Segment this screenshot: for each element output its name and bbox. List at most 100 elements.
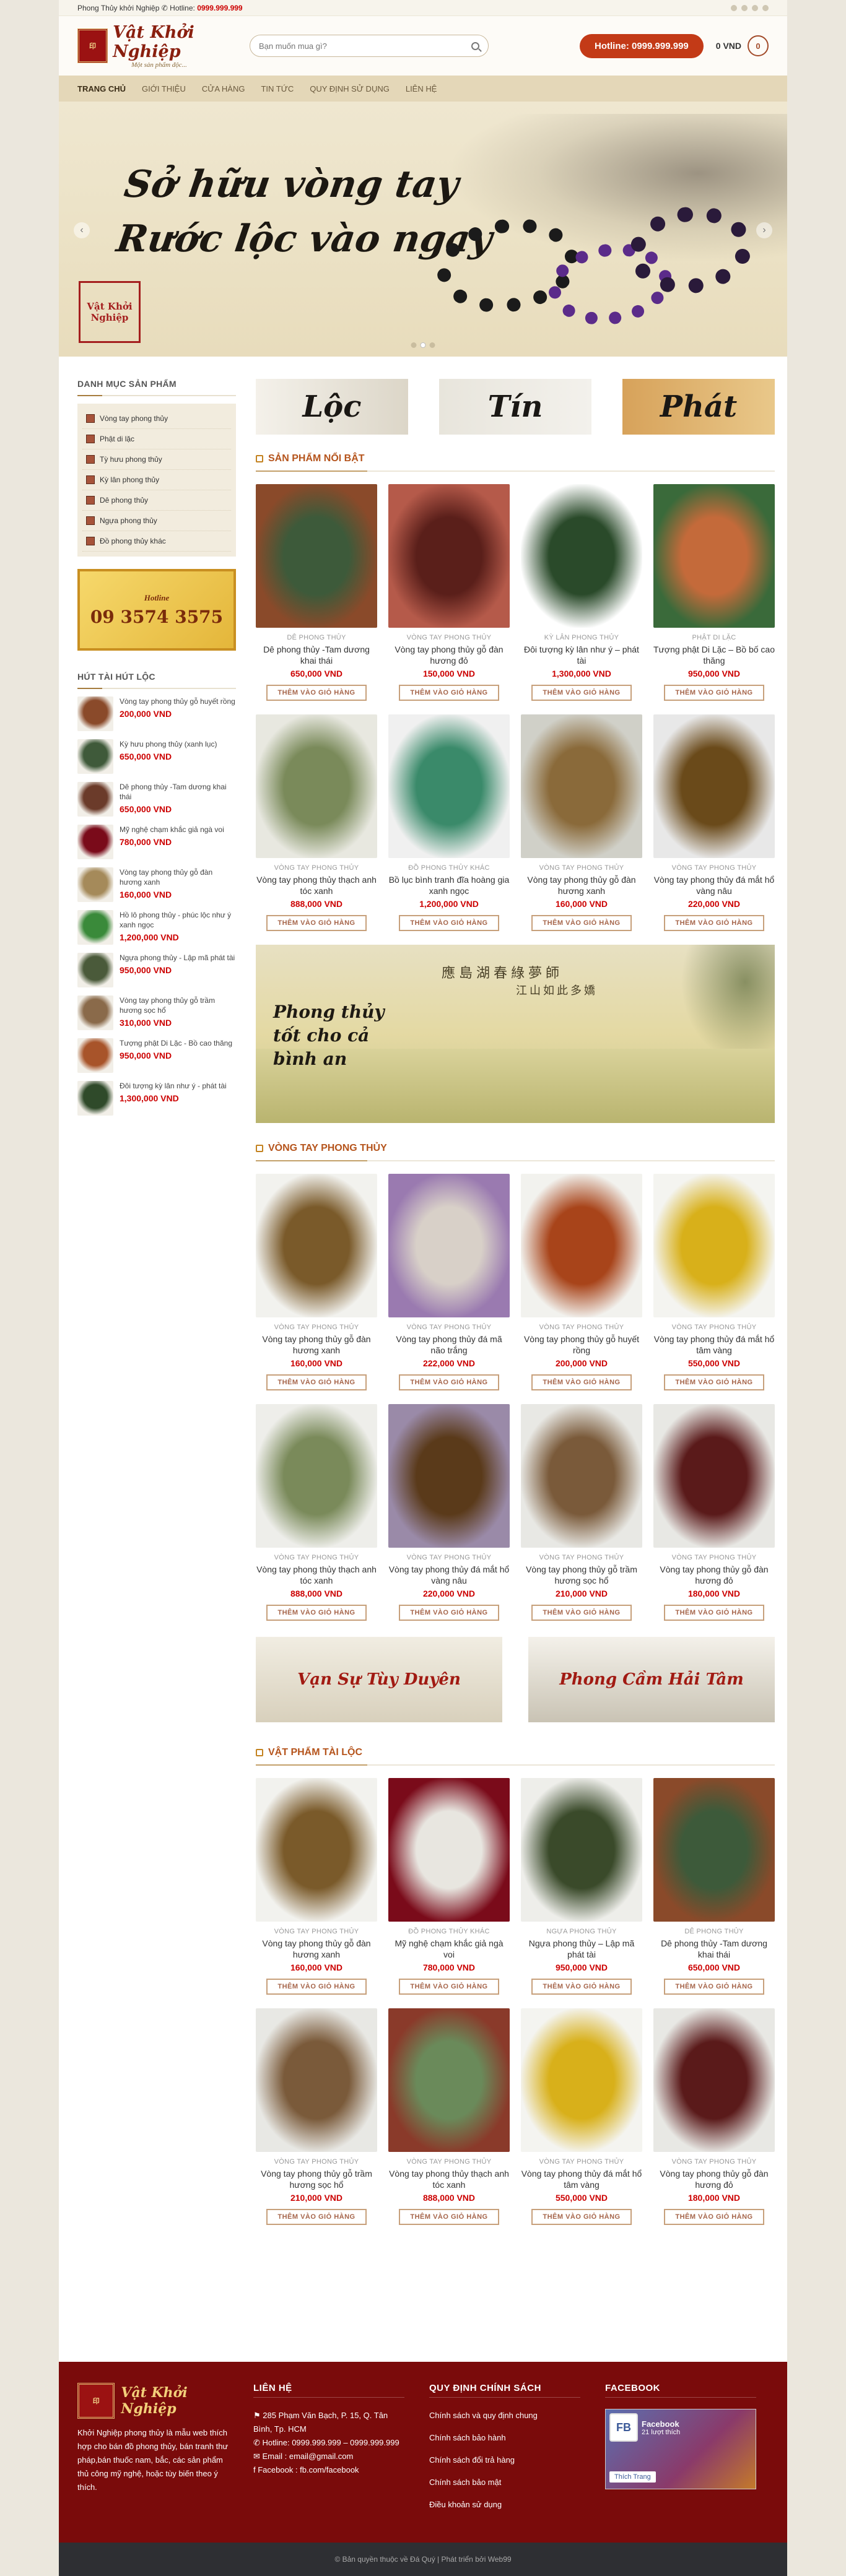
nav-news[interactable]: TIN TỨC — [261, 84, 294, 93]
product-category[interactable]: VÒNG TAY PHONG THỦY — [388, 1324, 510, 1331]
product-image[interactable] — [521, 2008, 642, 2152]
feature-phat[interactable]: Phát — [622, 379, 775, 435]
product-category[interactable]: VÒNG TAY PHONG THỦY — [256, 864, 377, 872]
product-thumbnail[interactable] — [77, 953, 113, 987]
product-image[interactable] — [388, 2008, 510, 2152]
hot-product-item[interactable]: Vòng tay phong thủy gỗ huyết rồng 200,000… — [77, 696, 236, 731]
product-image[interactable] — [388, 484, 510, 628]
product-category[interactable]: VÒNG TAY PHONG THỦY — [653, 1554, 775, 1561]
slider-dot[interactable] — [429, 342, 435, 348]
search-icon[interactable] — [471, 41, 479, 50]
add-to-cart-button[interactable]: THÊM VÀO GIỎ HÀNG — [266, 1979, 367, 1995]
product-category[interactable]: VÒNG TAY PHONG THỦY — [521, 864, 642, 872]
product-image[interactable] — [388, 714, 510, 858]
product-name[interactable]: Vòng tay phong thủy thạch anh tóc xanh — [256, 874, 377, 896]
policy-link[interactable]: Chính sách đổi trả hàng — [429, 2453, 580, 2467]
product-category[interactable]: VÒNG TAY PHONG THỦY — [653, 1324, 775, 1331]
product-category[interactable]: VÒNG TAY PHONG THỦY — [653, 2158, 775, 2166]
product-image[interactable] — [256, 484, 377, 628]
footer-hotline[interactable]: Hotline: 0999.999.999 – 0999.999.999 — [263, 2438, 399, 2447]
add-to-cart-button[interactable]: THÊM VÀO GIỎ HÀNG — [664, 2209, 764, 2225]
product-name[interactable]: Ngựa phong thủy – Lập mã phát tài — [521, 1938, 642, 1960]
product-image[interactable] — [521, 484, 642, 628]
product-image[interactable] — [388, 1174, 510, 1317]
product-name[interactable]: Đôi tượng kỳ lân như ý - phát tài — [120, 1081, 227, 1091]
hotline-banner[interactable]: Hotline 09 3574 3575 — [77, 569, 236, 651]
add-to-cart-button[interactable]: THÊM VÀO GIỎ HÀNG — [399, 2209, 499, 2225]
search-input[interactable] — [259, 41, 471, 51]
add-to-cart-button[interactable]: THÊM VÀO GIỎ HÀNG — [399, 1374, 499, 1390]
product-name[interactable]: Vòng tay phong thủy gỗ đàn hương xanh — [256, 1938, 377, 1960]
product-image[interactable] — [256, 1174, 377, 1317]
product-name[interactable]: Vòng tay phong thủy gỗ đàn hương đỏ — [653, 1564, 775, 1586]
product-category[interactable]: KỲ LÂN PHONG THỦY — [521, 634, 642, 641]
hot-product-item[interactable]: Hồ lô phong thủy - phúc lộc như ý xanh n… — [77, 910, 236, 945]
product-category[interactable]: ĐỒ PHONG THỦY KHÁC — [388, 864, 510, 872]
product-image[interactable] — [653, 484, 775, 628]
hot-product-item[interactable]: Kỳ hưu phong thủy (xanh lục) 650,000 VND — [77, 739, 236, 774]
cart-bag-icon[interactable]: 0 — [748, 35, 769, 56]
nav-about[interactable]: GIỚI THIỆU — [142, 84, 186, 93]
product-name[interactable]: Vòng tay phong thủy gỗ trầm hương sọc hổ — [256, 2168, 377, 2190]
add-to-cart-button[interactable]: THÊM VÀO GIỎ HÀNG — [664, 1374, 764, 1390]
add-to-cart-button[interactable]: THÊM VÀO GIỎ HÀNG — [399, 1605, 499, 1621]
hot-product-item[interactable]: Vòng tay phong thủy gỗ trầm hương sọc hổ… — [77, 995, 236, 1030]
add-to-cart-button[interactable]: THÊM VÀO GIỎ HÀNG — [664, 1979, 764, 1995]
policy-link[interactable]: Chính sách và quy định chung — [429, 2409, 580, 2422]
twitter-icon[interactable] — [741, 4, 748, 11]
feature-tin[interactable]: Tín — [439, 379, 591, 435]
policy-link[interactable]: Điều khoản sử dụng — [429, 2498, 580, 2512]
product-image[interactable] — [521, 1174, 642, 1317]
product-name[interactable]: Vòng tay phong thủy gỗ đàn hương xanh — [120, 867, 236, 887]
add-to-cart-button[interactable]: THÊM VÀO GIỎ HÀNG — [399, 1979, 499, 1995]
add-to-cart-button[interactable]: THÊM VÀO GIỎ HÀNG — [266, 915, 367, 931]
footer-email[interactable]: Email : email@gmail.com — [263, 2452, 354, 2461]
product-image[interactable] — [388, 1404, 510, 1548]
logo[interactable]: 印 Vật Khởi Nghiệp Một sản phẩm độc... — [77, 23, 232, 69]
product-name[interactable]: Mỹ nghệ chạm khắc giả ngà voi — [120, 825, 224, 835]
add-to-cart-button[interactable]: THÊM VÀO GIỎ HÀNG — [531, 915, 632, 931]
product-name[interactable]: Vòng tay phong thủy đá mắt hổ vàng nâu — [653, 874, 775, 896]
product-image[interactable] — [256, 1778, 377, 1922]
product-thumbnail[interactable] — [77, 696, 113, 731]
product-name[interactable]: Vòng tay phong thủy thạch anh tóc xanh — [388, 2168, 510, 2190]
product-name[interactable]: Đôi tượng kỳ lân như ý – phát tài — [521, 644, 642, 666]
add-to-cart-button[interactable]: THÊM VÀO GIỎ HÀNG — [531, 685, 632, 701]
product-image[interactable] — [521, 714, 642, 858]
slider-prev-icon[interactable]: ‹ — [74, 222, 90, 238]
policy-link[interactable]: Chính sách bảo mật — [429, 2476, 580, 2489]
nav-home[interactable]: TRANG CHỦ — [77, 84, 126, 93]
product-image[interactable] — [653, 1778, 775, 1922]
feature-loc[interactable]: Lộc — [256, 379, 408, 435]
category-item[interactable]: Kỳ lân phong thủy — [82, 470, 231, 490]
add-to-cart-button[interactable]: THÊM VÀO GIỎ HÀNG — [664, 915, 764, 931]
product-category[interactable]: NGỰA PHONG THỦY — [521, 1928, 642, 1935]
product-category[interactable]: VÒNG TAY PHONG THỦY — [256, 1928, 377, 1935]
category-item[interactable]: Tỳ hưu phong thủy — [82, 449, 231, 470]
product-category[interactable]: VÒNG TAY PHONG THỦY — [256, 1324, 377, 1331]
product-image[interactable] — [521, 1778, 642, 1922]
product-category[interactable]: PHẬT DI LẶC — [653, 634, 775, 641]
banner-phong-cam[interactable]: Phong Cầm Hải Tâm — [528, 1637, 775, 1722]
product-thumbnail[interactable] — [77, 910, 113, 945]
hero-banner[interactable]: Sở hữu vòng tay Rước lộc vào ngay Vật Kh… — [59, 102, 787, 357]
product-name[interactable]: Ngựa phong thủy - Lập mã phát tài — [120, 953, 235, 963]
product-name[interactable]: Bồ lục bình tranh đĩa hoàng gia xanh ngọ… — [388, 874, 510, 896]
product-image[interactable] — [256, 2008, 377, 2152]
add-to-cart-button[interactable]: THÊM VÀO GIỎ HÀNG — [531, 1979, 632, 1995]
hot-product-item[interactable]: Tượng phật Di Lặc - Bồ cao thăng 950,000 … — [77, 1038, 236, 1073]
product-name[interactable]: Dê phong thủy -Tam dương khai thái — [256, 644, 377, 666]
hot-product-item[interactable]: Đôi tượng kỳ lân như ý - phát tài 1,300,0… — [77, 1081, 236, 1116]
email-icon[interactable] — [752, 4, 758, 11]
product-category[interactable]: VÒNG TAY PHONG THỦY — [388, 2158, 510, 2166]
add-to-cart-button[interactable]: THÊM VÀO GIỎ HÀNG — [531, 1605, 632, 1621]
product-name[interactable]: Vòng tay phong thủy đá mắt hổ tâm vàng — [521, 2168, 642, 2190]
product-thumbnail[interactable] — [77, 995, 113, 1030]
category-item[interactable]: Dê phong thủy — [82, 490, 231, 511]
product-category[interactable]: DÊ PHONG THỦY — [653, 1928, 775, 1935]
product-name[interactable]: Vòng tay phong thủy gỗ huyết rồng — [120, 696, 235, 706]
product-name[interactable]: Vòng tay phong thủy gỗ đàn hương xanh — [521, 874, 642, 896]
product-category[interactable]: VÒNG TAY PHONG THỦY — [521, 1324, 642, 1331]
category-item[interactable]: Ngựa phong thủy — [82, 511, 231, 531]
product-thumbnail[interactable] — [77, 1081, 113, 1116]
